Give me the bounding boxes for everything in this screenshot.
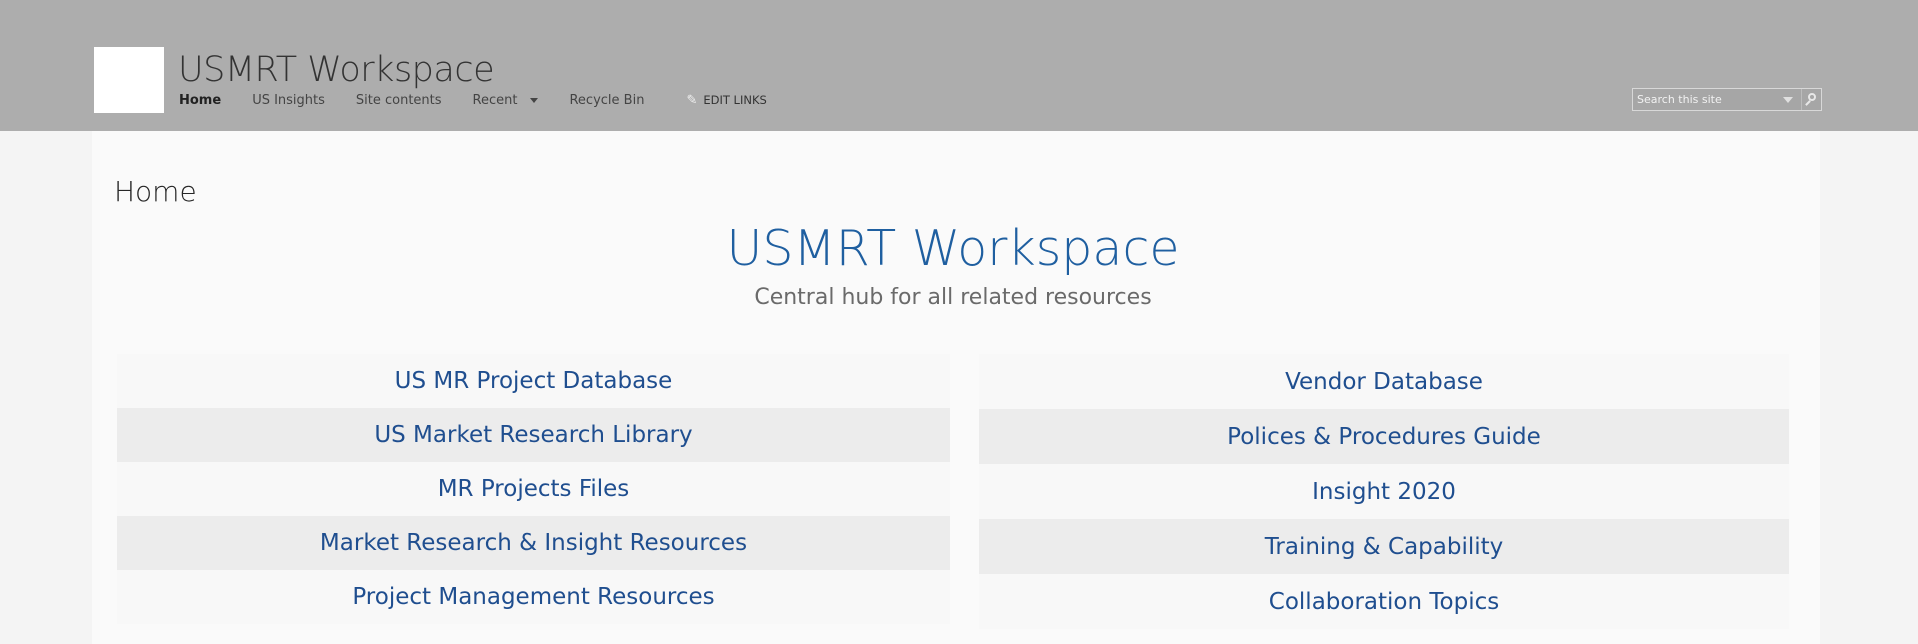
link-us-market-research-library[interactable]: US Market Research Library bbox=[117, 408, 950, 462]
link-mr-projects-files[interactable]: MR Projects Files bbox=[117, 462, 950, 516]
edit-links-button[interactable]: ✎ EDIT LINKS bbox=[686, 93, 766, 108]
edit-links-label: EDIT LINKS bbox=[703, 93, 767, 107]
search-input[interactable] bbox=[1633, 89, 1783, 110]
link-insight-2020[interactable]: Insight 2020 bbox=[979, 464, 1789, 519]
top-navigation: Home US Insights Site contents Recent Re… bbox=[179, 91, 767, 109]
nav-item-us-insights[interactable]: US Insights bbox=[252, 93, 325, 108]
nav-item-recycle-bin[interactable]: Recycle Bin bbox=[569, 93, 644, 108]
pencil-icon: ✎ bbox=[686, 92, 698, 108]
nav-item-recent-label: Recent bbox=[472, 92, 518, 108]
site-logo[interactable] bbox=[94, 47, 164, 113]
link-vendor-database[interactable]: Vendor Database bbox=[979, 354, 1789, 409]
site-header: USMRT Workspace Home US Insights Site co… bbox=[0, 0, 1918, 131]
link-polices-procedures-guide[interactable]: Polices & Procedures Guide bbox=[979, 409, 1789, 464]
nav-item-home[interactable]: Home bbox=[179, 93, 221, 108]
site-title[interactable]: USMRT Workspace bbox=[178, 50, 495, 90]
link-collaboration-topics[interactable]: Collaboration Topics bbox=[979, 574, 1789, 629]
chevron-down-icon[interactable] bbox=[1783, 96, 1793, 103]
hero-subtitle: Central hub for all related resources bbox=[754, 285, 1152, 310]
nav-item-site-contents[interactable]: Site contents bbox=[356, 93, 442, 108]
link-market-research-insight-resources[interactable]: Market Research & Insight Resources bbox=[117, 516, 950, 570]
link-training-capability[interactable]: Training & Capability bbox=[979, 519, 1789, 574]
page-title: Home bbox=[114, 175, 197, 208]
link-us-mr-project-database[interactable]: US MR Project Database bbox=[117, 354, 950, 408]
link-project-management-resources[interactable]: Project Management Resources bbox=[117, 570, 950, 624]
search-icon[interactable] bbox=[1801, 89, 1821, 110]
search-box bbox=[1632, 88, 1822, 111]
nav-item-recent[interactable]: Recent bbox=[473, 93, 539, 108]
hero-title: USMRT Workspace bbox=[726, 220, 1180, 277]
left-link-list: US MR Project Database US Market Researc… bbox=[117, 354, 950, 624]
right-link-list: Vendor Database Polices & Procedures Gui… bbox=[979, 354, 1789, 629]
chevron-down-icon[interactable] bbox=[530, 97, 539, 103]
